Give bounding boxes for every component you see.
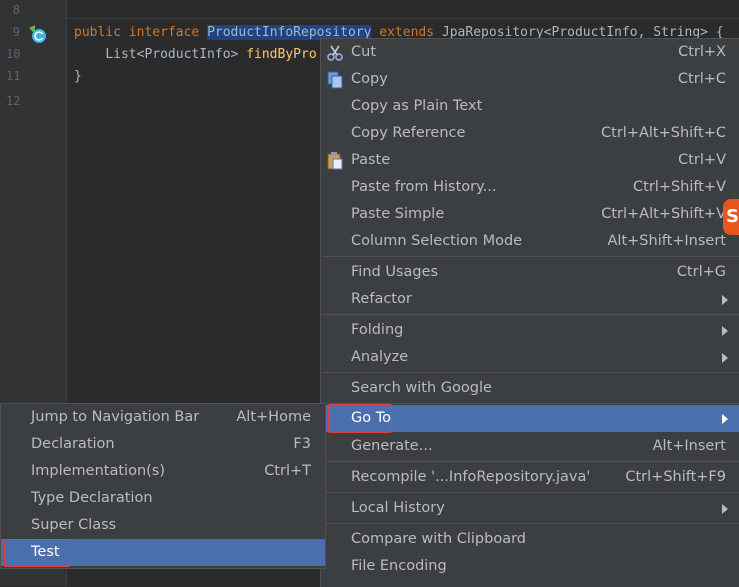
menu-item-compare-with-clipboard[interactable]: Compare with Clipboard: [321, 526, 739, 553]
menu-separator: [322, 461, 739, 462]
menu-separator: [322, 523, 739, 524]
menu-item-recompile[interactable]: Recompile '...InfoRepository.java' Ctrl+…: [321, 464, 739, 491]
menu-item-shortcut: Ctrl+V: [678, 152, 726, 168]
menu-item-label: Declaration: [31, 436, 115, 452]
menu-item-shortcut: Ctrl+Alt+Shift+C: [601, 125, 726, 141]
menu-item-label: Jump to Navigation Bar: [31, 409, 200, 425]
menu-item-shortcut: F3: [293, 436, 311, 452]
menu-item-refactor[interactable]: Refactor: [321, 286, 739, 313]
goto-submenu: Jump to Navigation Bar Alt+Home Declarat…: [0, 403, 326, 569]
clipboard-icon: [327, 152, 343, 170]
menu-item-shortcut: Ctrl+Shift+V: [633, 179, 726, 195]
menu-item-shortcut: Ctrl+G: [676, 264, 726, 280]
menu-item-copy[interactable]: Copy Ctrl+C: [321, 66, 739, 93]
menu-item-column-selection-mode[interactable]: Column Selection Mode Alt+Shift+Insert: [321, 228, 739, 255]
menu-item-local-history[interactable]: Local History: [321, 495, 739, 522]
code-method: findByPro: [246, 47, 317, 62]
submenu-item-super-class[interactable]: Super Class: [1, 512, 325, 539]
menu-item-shortcut: Alt+Shift+Insert: [607, 233, 726, 249]
submenu-arrow-icon: [722, 504, 728, 514]
menu-item-folding[interactable]: Folding: [321, 317, 739, 344]
menu-item-paste-simple[interactable]: Paste Simple Ctrl+Alt+Shift+V: [321, 201, 739, 228]
menu-item-file-encoding[interactable]: File Encoding: [321, 553, 739, 580]
menu-item-paste-from-history[interactable]: Paste from History... Ctrl+Shift+V: [321, 174, 739, 201]
submenu-arrow-icon: [722, 295, 728, 305]
ime-badge-icon: S: [723, 199, 739, 235]
menu-item-label: Copy as Plain Text: [351, 98, 483, 114]
menu-item-label: Compare with Clipboard: [351, 531, 527, 547]
code-type: List<ProductInfo>: [105, 47, 239, 62]
menu-item-find-usages[interactable]: Find Usages Ctrl+G: [321, 259, 739, 286]
code-line-10: List<ProductInfo> findByPro: [74, 45, 317, 65]
menu-separator: [322, 372, 739, 373]
menu-item-shortcut: Alt+Insert: [652, 438, 726, 454]
menu-item-cut[interactable]: Cut Ctrl+X: [321, 39, 739, 66]
code-line-11: }: [74, 69, 82, 84]
submenu-item-implementations[interactable]: Implementation(s) Ctrl+T: [1, 458, 325, 485]
menu-item-analyze[interactable]: Analyze: [321, 344, 739, 371]
line-number: 11: [6, 69, 21, 83]
editor-context-menu: Cut Ctrl+X Copy Ctrl+C Copy as Plain Tex…: [320, 38, 739, 587]
menu-item-shortcut: Ctrl+C: [677, 71, 726, 87]
menu-item-paste[interactable]: Paste Ctrl+V: [321, 147, 739, 174]
submenu-arrow-icon: [722, 414, 728, 424]
submenu-item-type-declaration[interactable]: Type Declaration: [1, 485, 325, 512]
menu-item-label: Find Usages: [351, 264, 439, 280]
menu-item-label: Analyze: [351, 349, 409, 365]
menu-item-label: Paste from History...: [351, 179, 497, 195]
scissors-icon: [327, 45, 343, 61]
keyword-public: public: [74, 25, 121, 40]
menu-item-label: File Encoding: [351, 558, 447, 574]
menu-item-copy-plain-text[interactable]: Copy as Plain Text: [321, 93, 739, 120]
line-number: 8: [12, 3, 20, 17]
menu-item-search-with-google[interactable]: Search with Google: [321, 375, 739, 402]
menu-item-label: Generate...: [351, 438, 433, 454]
line-number: 12: [6, 94, 21, 108]
annotation-box-go-to: [328, 404, 392, 433]
menu-item-shortcut: Ctrl+X: [678, 44, 726, 60]
menu-item-shortcut: Ctrl+Shift+F9: [625, 469, 726, 485]
menu-item-label: Copy Reference: [351, 125, 466, 141]
editor-line-separator: [67, 18, 739, 19]
menu-item-generate[interactable]: Generate... Alt+Insert: [321, 433, 739, 460]
menu-item-label: Cut: [351, 44, 376, 60]
menu-item-label: Type Declaration: [31, 490, 153, 506]
submenu-arrow-icon: [722, 326, 728, 336]
menu-item-shortcut: Alt+Home: [236, 409, 311, 425]
implemented-interface-icon[interactable]: [26, 24, 48, 44]
menu-separator: [322, 256, 739, 257]
submenu-arrow-icon: [722, 353, 728, 363]
line-number: 10: [6, 47, 21, 61]
menu-item-label: Copy: [351, 71, 388, 87]
submenu-item-declaration[interactable]: Declaration F3: [1, 431, 325, 458]
menu-item-label: Column Selection Mode: [351, 233, 523, 249]
copy-icon: [327, 71, 343, 89]
menu-item-copy-reference[interactable]: Copy Reference Ctrl+Alt+Shift+C: [321, 120, 739, 147]
menu-item-label: Local History: [351, 500, 445, 516]
submenu-item-jump-to-navigation-bar[interactable]: Jump to Navigation Bar Alt+Home: [1, 404, 325, 431]
menu-item-shortcut: Ctrl+T: [264, 463, 311, 479]
keyword-interface: interface: [128, 25, 200, 40]
menu-item-label: Folding: [351, 322, 404, 338]
menu-item-label: Super Class: [31, 517, 117, 533]
menu-item-label: Paste: [351, 152, 391, 168]
line-number: 9: [12, 25, 20, 39]
menu-item-label: Search with Google: [351, 380, 492, 396]
menu-item-label: Paste Simple: [351, 206, 445, 222]
menu-item-label: Refactor: [351, 291, 412, 307]
menu-item-label: Implementation(s): [31, 463, 166, 479]
annotation-box-test: [4, 539, 70, 567]
menu-separator: [322, 314, 739, 315]
menu-item-label: Recompile '...InfoRepository.java': [351, 469, 591, 485]
menu-separator: [322, 492, 739, 493]
menu-item-shortcut: Ctrl+Alt+Shift+V: [601, 206, 726, 222]
